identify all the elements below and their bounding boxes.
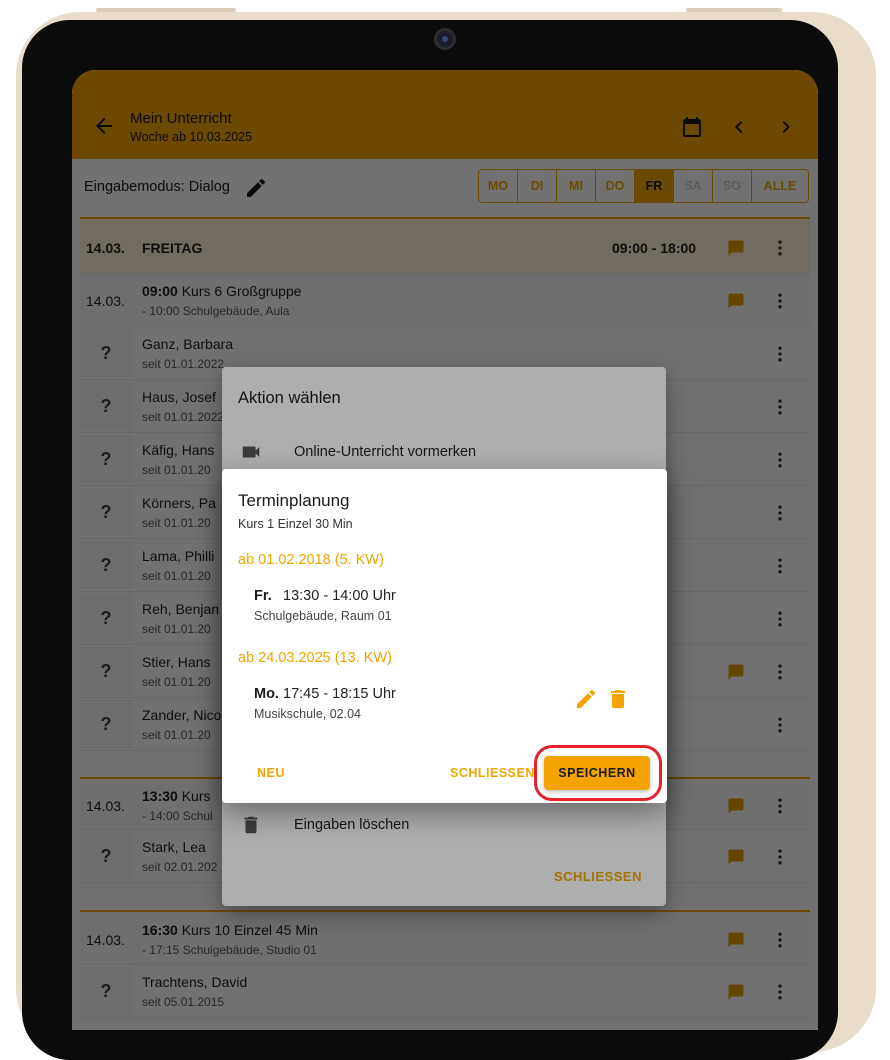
- new-button[interactable]: NEU: [257, 766, 285, 780]
- schedule-dialog-title: Terminplanung: [238, 491, 350, 510]
- delete-trash-icon[interactable]: [606, 687, 630, 711]
- hardware-button: [96, 8, 236, 12]
- schedule-section-header: ab 01.02.2018 (5. KW): [238, 552, 384, 568]
- entry-time: 13:30 - 14:00 Uhr: [283, 588, 396, 604]
- entry-weekday: Mo.: [254, 686, 279, 702]
- entry-time: 17:45 - 18:15 Uhr: [283, 686, 396, 702]
- close-button[interactable]: SCHLIESSEN: [450, 766, 535, 780]
- entry-location: Schulgebäude, Raum 01: [254, 609, 392, 623]
- save-button-highlight-ring: [534, 745, 662, 801]
- camera-icon: [434, 28, 456, 50]
- entry-location: Musikschule, 02.04: [254, 707, 362, 721]
- schedule-section-header: ab 24.03.2025 (13. KW): [238, 650, 392, 666]
- schedule-dialog-subtitle: Kurs 1 Einzel 30 Min: [238, 517, 353, 531]
- app-screen: Mein Unterricht Woche ab 10.03.2025 Eing…: [72, 70, 818, 1030]
- entry-weekday: Fr.: [254, 588, 272, 604]
- hardware-button: [686, 8, 782, 12]
- edit-pencil-icon[interactable]: [574, 687, 598, 711]
